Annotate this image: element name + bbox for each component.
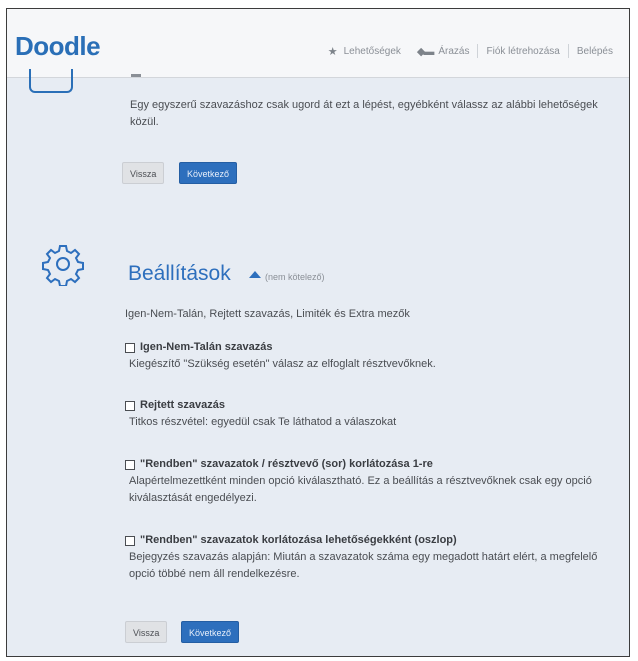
option-description: Titkos részvétel: egyedül csak Te láthat…	[129, 416, 397, 428]
checkbox[interactable]	[125, 342, 135, 353]
next-button[interactable]: Következő	[181, 621, 240, 643]
settings-title: Beállítások	[128, 262, 231, 285]
checkbox[interactable]	[125, 459, 135, 470]
checkbox[interactable]	[125, 400, 135, 411]
option-limit-votes-per-option[interactable]: "Rendben" szavazatok korlátozása lehetős…	[125, 532, 625, 583]
nav-features-link[interactable]: ★ Lehetőségek	[320, 45, 409, 58]
option-label: Igen-Nem-Talán szavazás	[140, 341, 273, 353]
doodle-logo[interactable]: Doodle	[15, 31, 101, 62]
calendar-icon	[29, 69, 73, 93]
collapse-arrow-icon[interactable]	[249, 271, 261, 278]
nav-signup-link[interactable]: Fiók létrehozása	[478, 46, 567, 57]
checkbox[interactable]	[125, 535, 135, 546]
gear-icon	[42, 245, 84, 286]
browser-frame: Doodle ★ Lehetőségek ◆▬ Árazás Fiók létr…	[6, 8, 630, 657]
settings-summary: Igen-Nem-Talán, Rejtett szavazás, Limité…	[125, 308, 410, 320]
nav-login-link[interactable]: Belépés	[569, 46, 621, 57]
main-navigation: ★ Lehetőségek ◆▬ Árazás Fiók létrehozása…	[320, 44, 621, 58]
option-label: "Rendben" szavazatok korlátozása lehetős…	[140, 534, 457, 546]
next-button[interactable]: Következő	[179, 162, 238, 184]
optional-label: (nem kötelező)	[265, 272, 325, 282]
option-description: Kiegészítő "Szükség esetén" válasz az el…	[129, 358, 436, 370]
option-label: "Rendben" szavazatok / résztvevő (sor) k…	[140, 458, 433, 470]
nav-pricing-label: Árazás	[438, 45, 470, 57]
pricing-icon: ◆▬	[416, 45, 435, 58]
nav-features-label: Lehetőségek	[343, 45, 401, 57]
back-button[interactable]: Vissza	[122, 162, 165, 184]
option-hidden-poll[interactable]: Rejtett szavazás Titkos részvétel: egyed…	[125, 397, 625, 431]
option-limit-votes-per-participant[interactable]: "Rendben" szavazatok / résztvevő (sor) k…	[125, 456, 625, 507]
nav-signup-label: Fiók létrehozása	[486, 45, 560, 57]
option-description: Bejegyzés szavazás alapján: Miután a sza…	[129, 551, 598, 580]
previous-section-title-fragment	[131, 74, 141, 77]
back-button[interactable]: Vissza	[125, 621, 168, 643]
option-yes-no-ifneedbe[interactable]: Igen-Nem-Talán szavazás Kiegészítő "Szük…	[125, 339, 625, 373]
top-navigation-bar: Doodle ★ Lehetőségek ◆▬ Árazás Fiók létr…	[7, 9, 629, 78]
nav-login-label: Belépés	[576, 45, 613, 57]
option-label: Rejtett szavazás	[140, 399, 225, 411]
nav-pricing-link[interactable]: ◆▬ Árazás	[409, 45, 478, 58]
option-description: Alapértelmezettként minden opció kiválas…	[129, 475, 592, 504]
star-icon: ★	[327, 45, 338, 58]
intro-description: Egy egyszerű szavazáshoz csak ugord át e…	[130, 99, 598, 128]
